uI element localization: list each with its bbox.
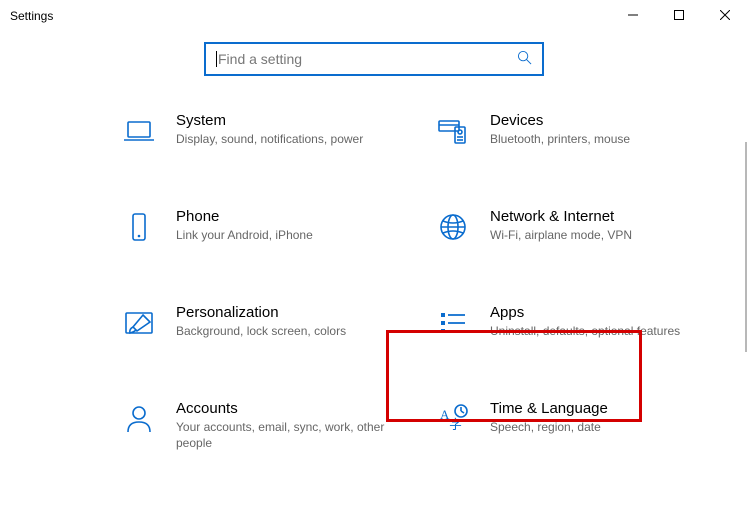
- apps-list-icon: [432, 302, 474, 344]
- category-time-language[interactable]: A 字 Time & Language Speech, region, date: [432, 398, 702, 451]
- category-phone[interactable]: Phone Link your Android, iPhone: [118, 206, 388, 248]
- close-button[interactable]: [702, 0, 748, 30]
- category-desc: Uninstall, defaults, optional features: [490, 323, 680, 339]
- window-title: Settings: [10, 9, 53, 23]
- category-system[interactable]: System Display, sound, notifications, po…: [118, 110, 388, 152]
- phone-icon: [118, 206, 160, 248]
- category-desc: Link your Android, iPhone: [176, 227, 313, 243]
- category-title: Accounts: [176, 400, 388, 417]
- category-title: Apps: [490, 304, 680, 321]
- devices-icon: [432, 110, 474, 152]
- category-desc: Display, sound, notifications, power: [176, 131, 363, 147]
- globe-icon: [432, 206, 474, 248]
- category-desc: Bluetooth, printers, mouse: [490, 131, 630, 147]
- paintbrush-icon: [118, 302, 160, 344]
- category-apps[interactable]: Apps Uninstall, defaults, optional featu…: [432, 302, 702, 344]
- person-icon: [118, 398, 160, 440]
- category-network[interactable]: Network & Internet Wi-Fi, airplane mode,…: [432, 206, 702, 248]
- laptop-icon: [118, 110, 160, 152]
- category-devices[interactable]: Devices Bluetooth, printers, mouse: [432, 110, 702, 152]
- category-title: Devices: [490, 112, 630, 129]
- search-placeholder: Find a setting: [218, 51, 302, 67]
- category-title: Network & Internet: [490, 208, 632, 225]
- window-controls: [610, 0, 748, 30]
- search-wrap: Find a setting: [0, 42, 748, 76]
- category-desc: Background, lock screen, colors: [176, 323, 346, 339]
- time-language-icon: A 字: [432, 398, 474, 440]
- category-title: Phone: [176, 208, 313, 225]
- category-title: Personalization: [176, 304, 346, 321]
- search-icon: [517, 50, 532, 68]
- category-desc: Speech, region, date: [490, 419, 608, 435]
- category-title: Time & Language: [490, 400, 608, 417]
- categories-grid: System Display, sound, notifications, po…: [0, 110, 748, 451]
- minimize-button[interactable]: [610, 0, 656, 30]
- scrollbar-thumb[interactable]: [745, 142, 747, 352]
- category-personalization[interactable]: Personalization Background, lock screen,…: [118, 302, 388, 344]
- search-input[interactable]: Find a setting: [204, 42, 544, 76]
- category-desc: Your accounts, email, sync, work, other …: [176, 419, 388, 451]
- category-title: System: [176, 112, 363, 129]
- maximize-button[interactable]: [656, 0, 702, 30]
- category-desc: Wi-Fi, airplane mode, VPN: [490, 227, 632, 243]
- category-accounts[interactable]: Accounts Your accounts, email, sync, wor…: [118, 398, 388, 451]
- scrollbar[interactable]: [739, 32, 747, 519]
- svg-text:字: 字: [449, 417, 462, 432]
- text-caret: [216, 51, 217, 67]
- content-area: Find a setting System Display, sound, no…: [0, 32, 748, 451]
